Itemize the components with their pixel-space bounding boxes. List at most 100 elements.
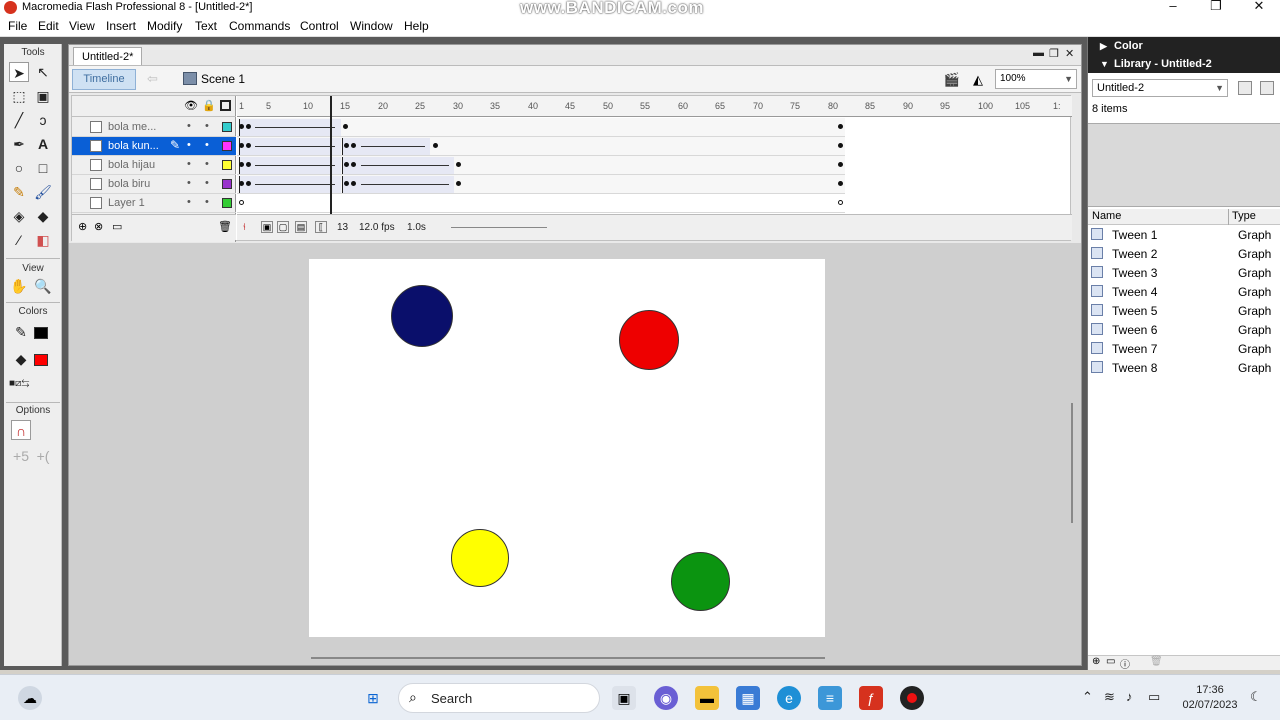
- lock-dot[interactable]: •: [205, 120, 209, 132]
- brush-tool-icon[interactable]: 🖌: [33, 182, 53, 202]
- layer-outline-color[interactable]: [222, 122, 232, 132]
- library-item[interactable]: Tween 4 Graph: [1088, 282, 1280, 301]
- keyframe[interactable]: [344, 162, 349, 167]
- minimize-button[interactable]: –: [1158, 0, 1188, 13]
- store-icon[interactable]: ▦: [736, 686, 760, 710]
- keyframe[interactable]: [456, 162, 461, 167]
- flash-taskbar-icon[interactable]: ƒ: [859, 686, 883, 710]
- properties-icon[interactable]: ⓘ: [1120, 656, 1130, 671]
- restore-button[interactable]: ❐: [1201, 0, 1231, 13]
- menu-edit[interactable]: Edit: [38, 18, 59, 34]
- edit-scene-icon[interactable]: 🎬: [943, 71, 961, 89]
- keyframe[interactable]: [433, 143, 438, 148]
- snap-magnet-icon[interactable]: ∩: [11, 420, 31, 440]
- notepad-icon[interactable]: ≡: [818, 686, 842, 710]
- swap-colors-icon[interactable]: ■⧄⇆: [9, 374, 29, 394]
- line-tool-icon[interactable]: ╱: [9, 110, 29, 130]
- pin-library-icon[interactable]: [1238, 81, 1252, 95]
- lock-dot[interactable]: •: [205, 196, 209, 208]
- free-transform-icon[interactable]: ⬚: [9, 86, 29, 106]
- visibility-dot[interactable]: •: [187, 196, 191, 208]
- eraser-tool-icon[interactable]: ◧: [33, 230, 53, 250]
- yellow-ball[interactable]: [451, 529, 509, 587]
- menu-file[interactable]: File: [8, 18, 27, 34]
- menu-window[interactable]: Window: [350, 18, 393, 34]
- empty-keyframe[interactable]: [239, 200, 244, 205]
- keyframe[interactable]: [246, 162, 251, 167]
- frame-row[interactable]: [237, 137, 845, 156]
- new-symbol-icon[interactable]: ⊕: [1092, 656, 1100, 667]
- edit-multiple-icon[interactable]: ▤: [295, 221, 307, 233]
- menu-commands[interactable]: Commands: [229, 18, 290, 34]
- new-folder-icon[interactable]: ▭: [1106, 656, 1115, 667]
- type-column-header[interactable]: Type: [1232, 210, 1256, 222]
- lock-dot[interactable]: •: [205, 158, 209, 170]
- frame-row[interactable]: [237, 118, 845, 137]
- frame-row[interactable]: [237, 156, 845, 175]
- timeline-hscroll[interactable]: [451, 227, 547, 228]
- oval-tool-icon[interactable]: ○: [9, 158, 29, 178]
- keyframe[interactable]: [838, 181, 843, 186]
- timeline-toggle-button[interactable]: Timeline: [72, 69, 136, 90]
- edge-icon[interactable]: e: [777, 686, 801, 710]
- trash-icon[interactable]: 🗑: [218, 220, 232, 233]
- column-divider[interactable]: [1228, 209, 1229, 225]
- visibility-dot[interactable]: •: [187, 158, 191, 170]
- ink-bottle-icon[interactable]: ◈: [9, 206, 29, 226]
- library-document-select[interactable]: Untitled-2 ▼: [1092, 79, 1228, 97]
- layer-row-selected[interactable]: bola kun... ✎ • •: [72, 137, 236, 156]
- keyframe[interactable]: [239, 143, 244, 148]
- library-item[interactable]: Tween 7 Graph: [1088, 339, 1280, 358]
- battery-icon[interactable]: ▭: [1148, 689, 1160, 705]
- menu-insert[interactable]: Insert: [106, 18, 136, 34]
- menu-help[interactable]: Help: [404, 18, 429, 34]
- keyframe[interactable]: [246, 143, 251, 148]
- name-column-header[interactable]: Name: [1092, 210, 1121, 222]
- layer-outline-color[interactable]: [222, 179, 232, 189]
- visibility-dot[interactable]: •: [187, 177, 191, 189]
- outline-icon[interactable]: [220, 100, 231, 111]
- add-layer-icon[interactable]: ⊕: [78, 220, 87, 233]
- keyframe[interactable]: [838, 124, 843, 129]
- document-tab[interactable]: Untitled-2*: [73, 47, 143, 65]
- notifications-icon[interactable]: ☾: [1250, 689, 1262, 705]
- record-icon[interactable]: [900, 686, 924, 710]
- wifi-icon[interactable]: ≋: [1104, 689, 1115, 705]
- keyframe[interactable]: [344, 143, 349, 148]
- zoom-select[interactable]: 100% ▼: [995, 69, 1077, 89]
- keyframe[interactable]: [246, 181, 251, 186]
- red-ball[interactable]: [619, 310, 679, 370]
- file-explorer-icon[interactable]: ▬: [695, 686, 719, 710]
- keyframe[interactable]: [239, 181, 244, 186]
- stroke-color-swatch[interactable]: [34, 327, 48, 339]
- layer-outline-color[interactable]: [222, 141, 232, 151]
- library-item[interactable]: Tween 6 Graph: [1088, 320, 1280, 339]
- weather-icon[interactable]: ☁: [18, 686, 42, 710]
- pencil-tool-icon[interactable]: ✎: [9, 182, 29, 202]
- pen-tool-icon[interactable]: ✒: [9, 134, 29, 154]
- volume-icon[interactable]: ♪: [1126, 689, 1133, 704]
- library-item[interactable]: Tween 5 Graph: [1088, 301, 1280, 320]
- fill-transform-icon[interactable]: ▣: [33, 86, 53, 106]
- text-tool-icon[interactable]: A: [33, 134, 53, 154]
- blue-ball[interactable]: [391, 285, 453, 347]
- keyframe[interactable]: [344, 181, 349, 186]
- start-icon[interactable]: ⊞: [361, 686, 385, 710]
- fill-color-swatch[interactable]: [34, 354, 48, 366]
- empty-keyframe[interactable]: [838, 200, 843, 205]
- menu-text[interactable]: Text: [195, 18, 217, 34]
- library-item[interactable]: Tween 2 Graph: [1088, 244, 1280, 263]
- keyframe[interactable]: [351, 143, 356, 148]
- delete-icon[interactable]: 🗑: [1150, 656, 1163, 667]
- stage-vscroll[interactable]: [1071, 403, 1073, 523]
- lock-dot[interactable]: •: [205, 139, 209, 151]
- layer-row[interactable]: bola me... • •: [72, 118, 236, 137]
- task-view-icon[interactable]: ▣: [612, 686, 636, 710]
- paint-bucket-icon[interactable]: ◆: [33, 206, 53, 226]
- frame-rate[interactable]: 12.0 fps: [359, 222, 395, 233]
- visibility-dot[interactable]: •: [187, 120, 191, 132]
- keyframe[interactable]: [343, 124, 348, 129]
- stage-canvas[interactable]: [309, 259, 825, 637]
- rectangle-tool-icon[interactable]: □: [33, 158, 53, 178]
- keyframe[interactable]: [239, 162, 244, 167]
